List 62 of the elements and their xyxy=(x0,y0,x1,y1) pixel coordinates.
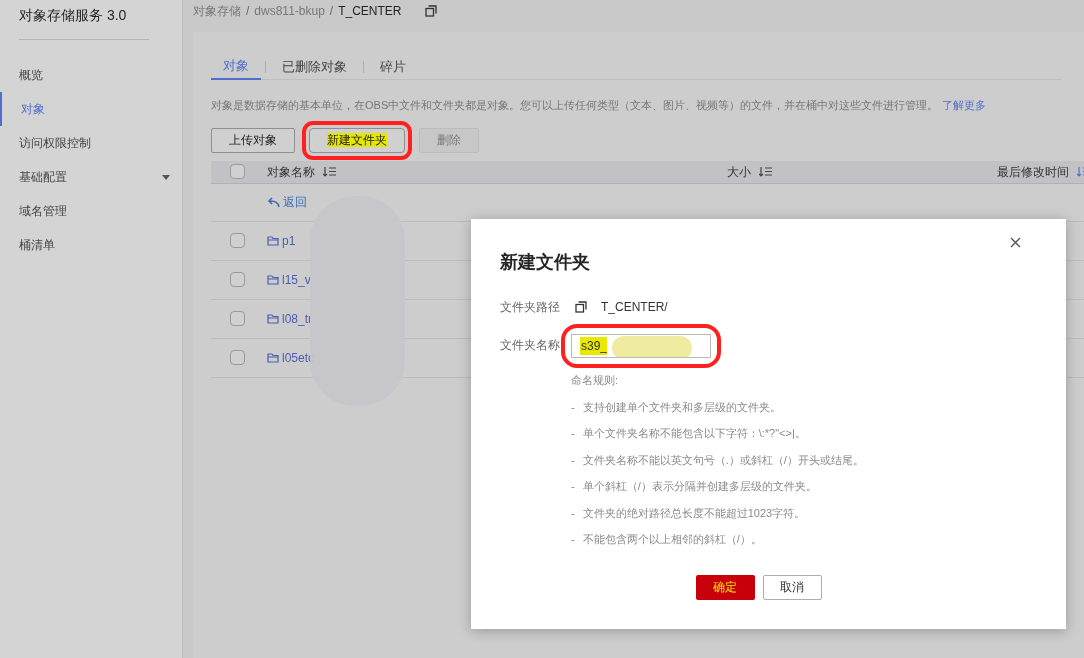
checkbox[interactable] xyxy=(230,272,245,287)
column-header: 对象名称 xyxy=(267,163,315,181)
tab[interactable]: 对象 xyxy=(211,53,261,80)
folder-icon xyxy=(267,235,279,246)
column-header: 最后修改时间 xyxy=(997,163,1069,181)
folder-name-link[interactable]: l15_v xyxy=(282,270,311,289)
bullet-dash: - xyxy=(571,505,575,521)
bullet-dash: - xyxy=(571,452,575,468)
sidebar-item[interactable]: 对象 xyxy=(0,92,182,126)
back-link[interactable]: 返回 xyxy=(267,193,307,211)
back-arrow-icon xyxy=(267,196,280,208)
rule-text: 不能包含两个以上相邻的斜杠（/）。 xyxy=(582,532,762,547)
folder-icon xyxy=(267,313,279,324)
tab[interactable]: 碎片 xyxy=(368,53,418,80)
checkbox[interactable] xyxy=(230,350,245,365)
breadcrumb-item: T_CENTER xyxy=(338,3,402,20)
bullet-dash: - xyxy=(571,532,575,547)
tab[interactable]: 已删除对象 xyxy=(270,53,359,80)
folder-name-link[interactable]: l05etc xyxy=(282,348,315,367)
confirm-button[interactable]: 确定 xyxy=(695,574,755,600)
sort-icon[interactable] xyxy=(323,166,336,177)
bullet-dash: - xyxy=(571,399,575,415)
sort-icon[interactable] xyxy=(759,166,772,177)
sidebar-item[interactable]: 概览 xyxy=(0,58,182,92)
rule-text: 单个斜杠（/）表示分隔并创建多层级的文件夹。 xyxy=(582,479,817,494)
app-title: 对象存储服务 3.0 xyxy=(18,6,128,25)
folder-name-input[interactable]: s39_ xyxy=(571,334,711,358)
rules-title: 命名规则: xyxy=(571,373,620,388)
breadcrumb-item[interactable]: dws811-bkup xyxy=(254,2,325,20)
checkbox[interactable] xyxy=(230,164,245,179)
folder-name-link[interactable]: l08_tr xyxy=(282,309,313,328)
sidebar-item[interactable]: 域名管理 xyxy=(0,194,182,228)
action-button[interactable]: 上传对象 xyxy=(211,127,295,153)
close-button[interactable] xyxy=(1008,235,1022,249)
copy-icon[interactable] xyxy=(575,301,587,313)
breadcrumb-separator: / xyxy=(246,3,250,20)
folder-name-link[interactable]: p1 xyxy=(282,231,296,250)
description-text: 对象是数据存储的基本单位，在OBS中文件和文件夹都是对象。您可以上传任何类型（文本、图片、视频等）的文件，并在桶中对这些文件进行管理。 xyxy=(211,99,939,111)
folder-icon xyxy=(267,274,279,285)
field-label: 文件夹名称 xyxy=(500,337,561,354)
column-header: 大小 xyxy=(727,163,751,181)
rule-text: 文件夹名称不能以英文句号（.）或斜杠（/）开头或结尾。 xyxy=(582,452,864,468)
folder-icon xyxy=(267,352,279,363)
dialog-title: 新建文件夹 xyxy=(500,251,591,274)
checkbox[interactable] xyxy=(230,233,245,248)
folder-path: T_CENTER/ xyxy=(601,299,668,316)
rule-text: 支持创建单个文件夹和多层级的文件夹。 xyxy=(582,399,781,415)
dropdown-caret-icon xyxy=(162,174,170,180)
sidebar-item[interactable]: 基础配置 xyxy=(0,160,182,194)
bullet-dash: - xyxy=(571,426,575,441)
copy-icon[interactable] xyxy=(424,5,437,17)
rule-text: 单个文件夹名称不能包含以下字符：\:*?"<>|。 xyxy=(582,426,806,441)
rule-text: 文件夹的绝对路径总长度不能超过1023字符。 xyxy=(582,505,806,521)
learn-more-link[interactable]: 了解更多 xyxy=(942,99,987,111)
bullet-dash: - xyxy=(571,479,575,494)
breadcrumb-item[interactable]: 对象存储 xyxy=(193,2,241,20)
cancel-button[interactable]: 取消 xyxy=(762,574,822,600)
sidebar-item[interactable]: 桶清单 xyxy=(0,228,182,262)
field-label: 文件夹路径 xyxy=(500,299,561,316)
breadcrumb-separator: / xyxy=(329,3,334,20)
sidebar-item[interactable]: 访问权限控制 xyxy=(0,126,182,160)
checkbox[interactable] xyxy=(230,311,245,326)
